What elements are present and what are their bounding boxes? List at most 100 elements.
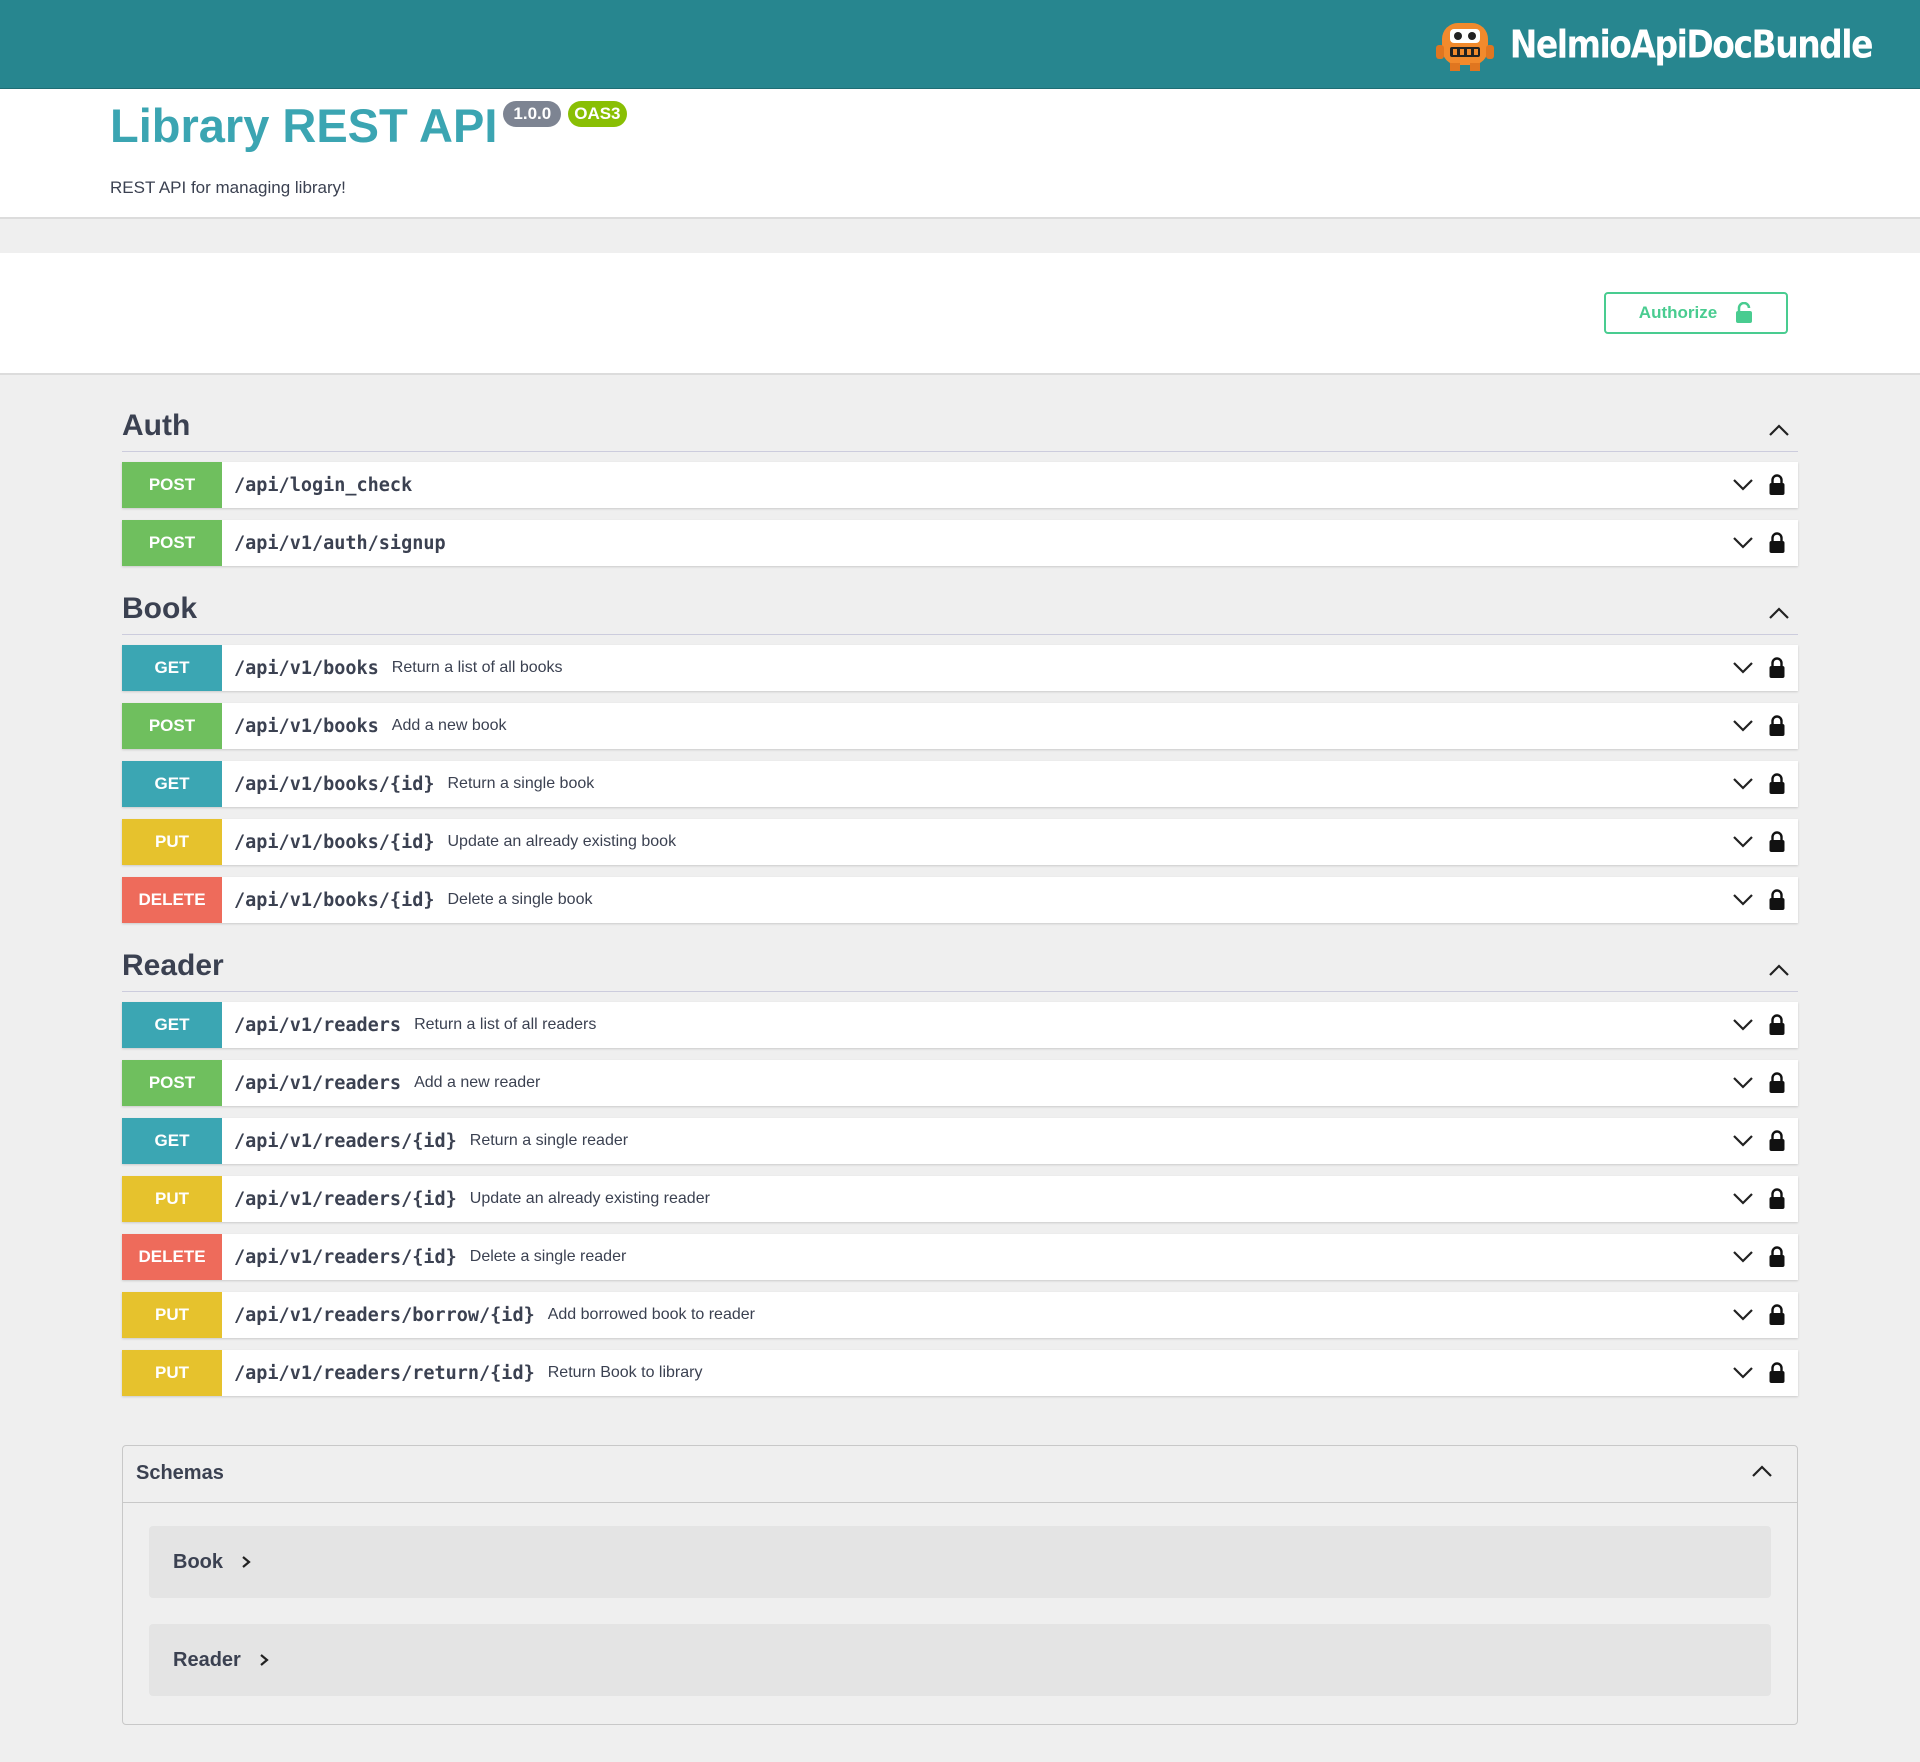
operation-row[interactable]: GET/api/v1/books Return a list of all boo… — [122, 645, 1798, 691]
lock-icon[interactable] — [1768, 532, 1786, 554]
operation-path: /api/v1/books/{id} — [234, 773, 435, 795]
chevron-right-icon — [260, 1654, 269, 1666]
operation-summary: Return a single reader — [469, 1132, 629, 1149]
operation-path: /api/login_check — [234, 474, 413, 496]
operation-row[interactable]: POST/api/login_check — [122, 462, 1798, 508]
chevron-down-icon[interactable] — [1732, 536, 1754, 550]
tag-header-auth[interactable]: Auth — [122, 395, 1798, 452]
lock-icon[interactable] — [1768, 1304, 1786, 1326]
operation-controls — [1732, 877, 1786, 923]
operation-controls — [1732, 761, 1786, 807]
operation-controls — [1732, 819, 1786, 865]
operation-row[interactable]: PUT/api/v1/readers/borrow/{id} Add borrow… — [122, 1292, 1798, 1338]
method-badge: GET — [122, 645, 222, 691]
operation-controls — [1732, 1350, 1786, 1396]
schemas-title: Schemas — [136, 1462, 224, 1484]
lock-icon[interactable] — [1768, 1246, 1786, 1268]
lock-icon[interactable] — [1768, 1072, 1786, 1094]
chevron-down-icon[interactable] — [1732, 1192, 1754, 1206]
method-badge: DELETE — [122, 877, 222, 923]
operation-controls — [1732, 462, 1786, 508]
tag-header-book[interactable]: Book — [122, 578, 1798, 635]
chevron-down-icon[interactable] — [1732, 1308, 1754, 1322]
lock-icon[interactable] — [1768, 773, 1786, 795]
lock-icon[interactable] — [1768, 1130, 1786, 1152]
chevron-down-icon[interactable] — [1732, 1076, 1754, 1090]
operation-path: /api/v1/readers/{id} — [234, 1130, 457, 1152]
operation-row[interactable]: GET/api/v1/books/{id} Return a single boo… — [122, 761, 1798, 807]
method-badge: GET — [122, 1118, 222, 1164]
brand-name: NelmioApiDocBundle — [1509, 21, 1874, 67]
spec-badge: OAS3 — [568, 101, 627, 127]
chevron-up-icon[interactable] — [1768, 606, 1790, 620]
operation-row[interactable]: GET/api/v1/readers/{id} Return a single r… — [122, 1118, 1798, 1164]
lock-icon[interactable] — [1768, 1188, 1786, 1210]
operation-row[interactable]: POST/api/v1/readers Add a new reader — [122, 1060, 1798, 1106]
chevron-down-icon[interactable] — [1732, 1134, 1754, 1148]
chevron-up-icon[interactable] — [1768, 963, 1790, 977]
operation-row[interactable]: PUT/api/v1/readers/return/{id} Return Boo… — [122, 1350, 1798, 1396]
brand[interactable]: NelmioApiDocBundle — [1435, 14, 1874, 74]
operation-row[interactable]: POST/api/v1/auth/signup — [122, 520, 1798, 566]
lock-icon[interactable] — [1768, 657, 1786, 679]
authorize-label: Authorize — [1638, 303, 1718, 322]
operation-path: /api/v1/books/{id} — [234, 889, 435, 911]
operation-summary: Delete a single book — [447, 891, 593, 908]
lock-icon[interactable] — [1768, 474, 1786, 496]
operation-row[interactable]: PUT/api/v1/books/{id} Update an already e… — [122, 819, 1798, 865]
chevron-down-icon[interactable] — [1732, 661, 1754, 675]
chevron-up-icon[interactable] — [1768, 423, 1790, 437]
chevron-down-icon[interactable] — [1732, 893, 1754, 907]
schemas-header[interactable]: Schemas — [123, 1446, 1797, 1503]
chevron-down-icon[interactable] — [1732, 719, 1754, 733]
lock-icon[interactable] — [1768, 1362, 1786, 1384]
lock-icon[interactable] — [1768, 715, 1786, 737]
method-badge: GET — [122, 761, 222, 807]
chevron-down-icon[interactable] — [1732, 777, 1754, 791]
chevron-down-icon[interactable] — [1732, 1250, 1754, 1264]
unlock-icon — [1736, 302, 1753, 323]
api-title-group: Library REST API 1.0.0 OAS3 — [110, 98, 627, 154]
schemas-section: Schemas Book Reader — [122, 1445, 1798, 1725]
operation-controls — [1732, 1060, 1786, 1106]
operation-row[interactable]: DELETE/api/v1/readers/{id} Delete a singl… — [122, 1234, 1798, 1280]
operation-summary: Add a new book — [391, 717, 507, 734]
chevron-down-icon[interactable] — [1732, 835, 1754, 849]
model-reader[interactable]: Reader — [149, 1624, 1771, 1696]
model-book[interactable]: Book — [149, 1526, 1771, 1598]
operation-controls — [1732, 1176, 1786, 1222]
top-bar: NelmioApiDocBundle — [0, 0, 1920, 89]
chevron-up-icon[interactable] — [1751, 1464, 1773, 1478]
method-badge: GET — [122, 1002, 222, 1048]
lock-icon[interactable] — [1768, 889, 1786, 911]
chevron-down-icon[interactable] — [1732, 1366, 1754, 1380]
authorize-button[interactable]: Authorize — [1604, 292, 1788, 334]
robot-mascot-icon — [1435, 23, 1494, 71]
lock-icon[interactable] — [1768, 1014, 1786, 1036]
api-description: REST API for managing library! — [110, 178, 346, 197]
method-badge: POST — [122, 1060, 222, 1106]
operation-path: /api/v1/books/{id} — [234, 831, 435, 853]
operation-controls — [1732, 703, 1786, 749]
model-name: Book — [173, 1550, 223, 1573]
operation-summary: Return a single book — [447, 775, 595, 792]
operation-controls — [1732, 645, 1786, 691]
method-badge: POST — [122, 520, 222, 566]
operation-path: /api/v1/readers/borrow/{id} — [234, 1304, 535, 1326]
operation-row[interactable]: GET/api/v1/readers Return a list of all r… — [122, 1002, 1798, 1048]
tag-header-reader[interactable]: Reader — [122, 935, 1798, 992]
method-badge: DELETE — [122, 1234, 222, 1280]
chevron-down-icon[interactable] — [1732, 478, 1754, 492]
operation-row[interactable]: PUT/api/v1/readers/{id} Update an already… — [122, 1176, 1798, 1222]
lock-icon[interactable] — [1768, 831, 1786, 853]
operation-summary: Return Book to library — [547, 1364, 703, 1381]
operation-row[interactable]: DELETE/api/v1/books/{id} Delete a single … — [122, 877, 1798, 923]
operation-summary: Add borrowed book to reader — [547, 1306, 755, 1323]
chevron-down-icon[interactable] — [1732, 1018, 1754, 1032]
method-badge: PUT — [122, 1292, 222, 1338]
model-name: Reader — [173, 1648, 241, 1671]
tag-name: Book — [122, 592, 197, 625]
method-badge: PUT — [122, 819, 222, 865]
operation-controls — [1732, 1292, 1786, 1338]
operation-row[interactable]: POST/api/v1/books Add a new book — [122, 703, 1798, 749]
